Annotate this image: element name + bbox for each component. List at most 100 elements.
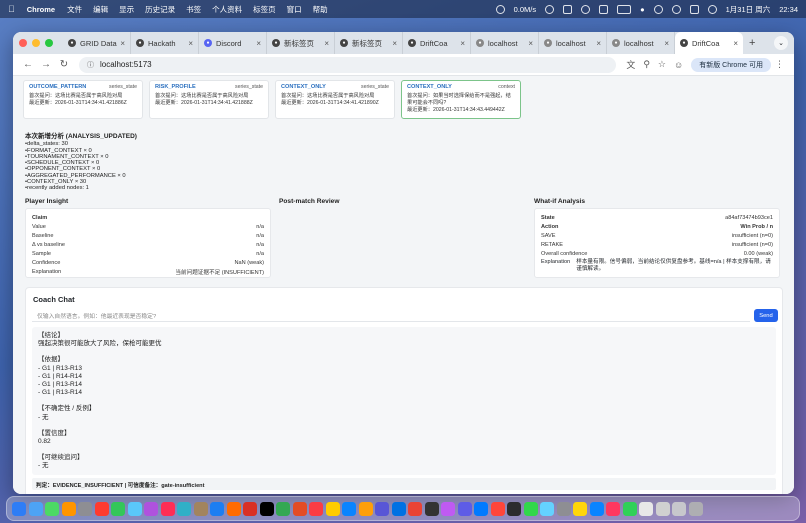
dock-app-icon[interactable] [688, 501, 703, 516]
dock-app-icon[interactable] [589, 501, 604, 516]
menu-file[interactable]: 文件 [67, 4, 82, 15]
state-card-highlighted[interactable]: CONTEXT_ONLY context 首次提问：如果当时选择保给而不是强起，结… [401, 80, 521, 119]
dock-app-icon[interactable] [540, 501, 554, 516]
dock-app-icon[interactable] [606, 501, 620, 516]
menu-help[interactable]: 帮助 [313, 4, 328, 15]
close-window-button[interactable] [19, 39, 27, 47]
menu-view[interactable]: 显示 [119, 4, 134, 15]
dock-app-icon[interactable] [45, 501, 59, 516]
dock-app-icon[interactable] [391, 501, 406, 516]
close-icon[interactable]: × [188, 39, 193, 48]
close-icon[interactable]: × [528, 39, 533, 48]
dock-app-icon[interactable] [94, 501, 109, 516]
dock-app-icon[interactable] [457, 501, 472, 516]
menubar-time[interactable]: 22:34 [779, 5, 798, 14]
forward-icon[interactable]: → [37, 59, 55, 70]
dock-app-icon[interactable] [325, 501, 340, 516]
minimize-window-button[interactable] [32, 39, 40, 47]
tab-hackathon[interactable]: ● Hackath × [131, 32, 199, 54]
dock-app-icon[interactable] [358, 501, 373, 516]
tab-driftcoach-active[interactable]: ● DriftCoa × [675, 32, 743, 54]
status-icon-2[interactable] [563, 4, 573, 14]
dock-app-icon[interactable] [441, 501, 455, 516]
input-method-icon[interactable] [689, 4, 699, 14]
dock-app-icon[interactable] [160, 501, 175, 516]
dock-app-icon[interactable] [309, 501, 323, 516]
dock-app-icon[interactable] [111, 501, 125, 516]
dock-app-icon[interactable] [474, 501, 488, 516]
dock-app-icon[interactable] [342, 501, 356, 516]
dock-app-icon[interactable] [78, 501, 92, 516]
dock-app-icon[interactable] [144, 501, 158, 516]
menubar-date[interactable]: 1月31日 周六 [726, 4, 771, 15]
dock-app-icon[interactable] [276, 501, 290, 516]
dock-app-icon[interactable] [523, 501, 538, 516]
dock-app-icon[interactable] [177, 501, 191, 516]
tab-new-tab-2[interactable]: ● 新标签页 × [335, 32, 403, 54]
tab-grid-data[interactable]: ● GRID Data × [63, 32, 131, 54]
state-card[interactable]: CONTEXT_ONLY series_state 首次提问：这场比赛是否属于高风… [275, 80, 395, 119]
site-info-icon[interactable]: ⓘ [87, 60, 94, 70]
siri-icon[interactable] [707, 4, 717, 14]
dock-app-icon[interactable] [259, 501, 274, 516]
new-tab-button[interactable]: + [749, 37, 755, 49]
spotlight-icon[interactable] [671, 4, 681, 14]
dock-app-icon[interactable] [655, 501, 670, 516]
profile-icon[interactable]: ☺ [674, 60, 683, 70]
dock-app-icon[interactable] [12, 501, 26, 516]
network-monitor-icon[interactable] [495, 4, 505, 14]
dock-app-icon[interactable] [243, 501, 257, 516]
menu-window[interactable]: 窗口 [287, 4, 302, 15]
menu-profiles[interactable]: 个人资料 [212, 4, 242, 15]
bookmark-star-icon[interactable]: ☆ [658, 59, 666, 70]
dock-app-icon[interactable] [556, 501, 571, 516]
tab-new-tab-1[interactable]: ● 新标签页 × [267, 32, 335, 54]
status-icon-3[interactable] [581, 4, 591, 14]
menu-bookmarks[interactable]: 书签 [186, 4, 201, 15]
menu-tabs[interactable]: 标签页 [253, 4, 276, 15]
chat-input[interactable]: 仅输入自然语言。例如：他最近表现是否稳定? [32, 309, 750, 322]
close-icon[interactable]: × [256, 39, 261, 48]
state-card[interactable]: RISK_PROFILE series_state 首次提问：这场比赛是否属于高风… [149, 80, 269, 119]
apple-icon[interactable]:  [8, 4, 15, 14]
dock-app-icon[interactable] [639, 501, 653, 516]
tab-localhost-1[interactable]: ● localhost × [471, 32, 539, 54]
tab-discord[interactable]: ● Discord × [199, 32, 267, 54]
zoom-window-button[interactable] [45, 39, 53, 47]
control-center-icon[interactable] [653, 4, 663, 14]
close-icon[interactable]: × [596, 39, 601, 48]
tab-driftcoach-1[interactable]: ● DriftCoa × [403, 32, 471, 54]
wifi-icon[interactable]: ● [640, 5, 645, 14]
more-menu-icon[interactable]: ⋮ [775, 59, 784, 70]
dock-app-icon[interactable] [573, 501, 587, 516]
dock-app-icon[interactable] [507, 501, 521, 516]
dock-app-icon[interactable] [28, 501, 43, 516]
status-icon-1[interactable] [545, 4, 555, 14]
battery-icon[interactable] [617, 4, 632, 14]
dock-app-icon[interactable] [622, 501, 637, 516]
close-icon[interactable]: × [733, 39, 738, 48]
close-icon[interactable]: × [324, 39, 329, 48]
dock-app-icon[interactable] [408, 501, 422, 516]
status-icon-4[interactable] [599, 4, 609, 14]
address-bar[interactable]: ⓘ localhost:5173 [79, 56, 617, 73]
back-icon[interactable]: ← [19, 59, 37, 70]
close-icon[interactable]: × [460, 39, 465, 48]
menu-edit[interactable]: 编辑 [93, 4, 108, 15]
close-icon[interactable]: × [664, 39, 669, 48]
dock-app-icon[interactable] [375, 501, 389, 516]
send-button[interactable]: Send [754, 309, 778, 322]
zoom-icon[interactable]: ⚲ [643, 59, 650, 70]
state-card[interactable]: OUTCOME_PATTERN series_state 首次提问：这场比赛是否属… [23, 80, 143, 119]
dock-app-icon[interactable] [61, 501, 76, 516]
translate-icon[interactable]: 文 [626, 58, 635, 71]
close-icon[interactable]: × [120, 39, 125, 48]
close-icon[interactable]: × [392, 39, 397, 48]
dock-app-icon[interactable] [490, 501, 505, 516]
tab-localhost-2[interactable]: ● localhost × [539, 32, 607, 54]
menu-history[interactable]: 历史记录 [145, 4, 175, 15]
dock-app-icon[interactable] [424, 501, 439, 516]
tab-search-icon[interactable]: ⌄ [774, 36, 788, 50]
chrome-update-button[interactable]: 有新版 Chrome 可用 [691, 57, 771, 72]
dock-app-icon[interactable] [226, 501, 241, 516]
